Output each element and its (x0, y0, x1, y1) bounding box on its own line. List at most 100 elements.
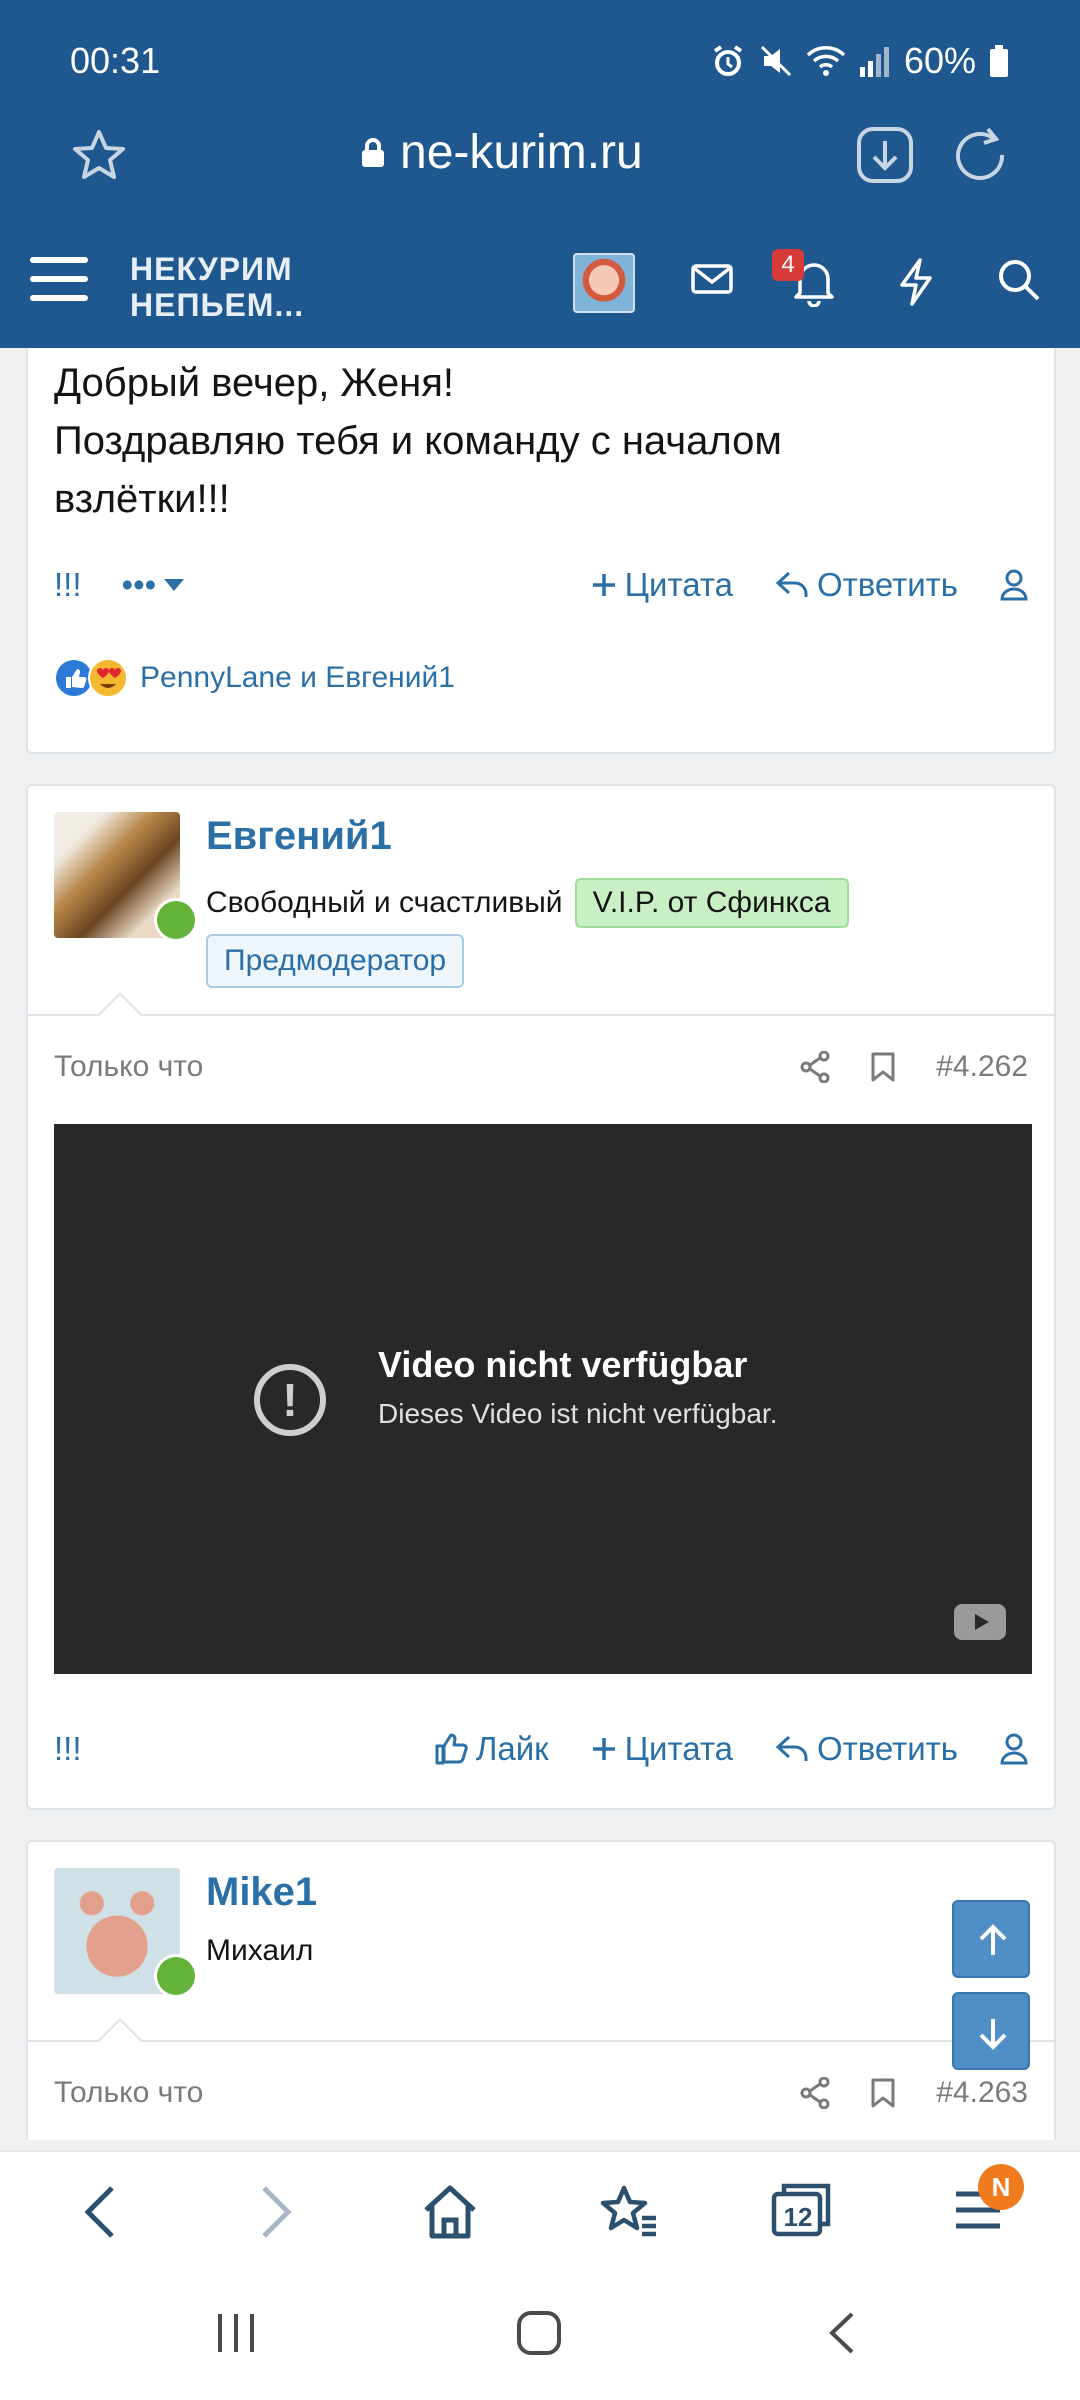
video-error-title: Video nicht verfügbar (378, 1344, 748, 1385)
mail-icon[interactable] (690, 257, 734, 301)
post-meta: Только что #4.263 (54, 2076, 1028, 2120)
vip-badge: V.I.P. от Сфинкса (574, 878, 849, 928)
tabs-button[interactable]: 12 (770, 2180, 832, 2238)
address-field[interactable]: ne-kurim.ru (360, 125, 643, 180)
video-error-subtitle: Dieses Video ist nicht verfügbar. (378, 1398, 778, 1429)
status-time: 00:31 (70, 40, 161, 81)
signal-icon (859, 47, 889, 77)
thumbs-up-icon (435, 1733, 468, 1765)
more-options-button[interactable]: ••• (122, 566, 185, 604)
like-button[interactable]: Лайк (434, 1730, 549, 1768)
battery-icon (990, 45, 1008, 77)
post-card: Mike1 Михаил Только что #4.263 (26, 1840, 1056, 2140)
menu-badge: N (978, 2164, 1024, 2210)
bookmarks-icon[interactable] (598, 2182, 660, 2242)
reactions-users[interactable]: PennyLane и Евгений1 (140, 661, 455, 695)
scroll-up-button[interactable] (952, 1900, 1030, 1978)
user-title: Свободный и счастливый V.I.P. от Сфинкса (206, 878, 849, 928)
share-icon[interactable] (800, 2077, 830, 2109)
bookmark-icon[interactable] (870, 1051, 896, 1083)
forward-icon[interactable] (254, 2182, 298, 2242)
quote-button[interactable]: Цитата (591, 566, 733, 604)
scroll-down-button[interactable] (952, 1992, 1030, 2070)
url-bar: ne-kurim.ru (0, 115, 1080, 195)
battery-percent: 60% (903, 40, 976, 81)
post-text-line: Поздравляю тебя и команду с началом (54, 419, 782, 463)
post-text-line: Добрый вечер, Женя! (54, 361, 454, 405)
lightning-icon[interactable] (896, 257, 936, 307)
post-card: Добрый вечер, Женя! Поздравляю тебя и ко… (26, 340, 1056, 754)
role-badge: Предмодератор (206, 934, 465, 988)
video-embed[interactable]: ! Video nicht verfügbar Dieses Video ist… (54, 1124, 1032, 1674)
status-bar: 00:31 60% (70, 40, 1010, 90)
user-icon[interactable] (1000, 569, 1028, 601)
home-button-icon[interactable] (516, 2310, 562, 2356)
post-meta: Только что #4.262 (54, 1050, 1028, 1094)
reply-label: Ответить (816, 1730, 958, 1767)
youtube-icon[interactable] (954, 1604, 1006, 1640)
user-title-text: Михаил (206, 1934, 314, 1967)
reactions-summary[interactable]: PennyLane и Евгений1 (54, 658, 455, 698)
plus-icon (592, 1738, 615, 1760)
reply-label: Ответить (816, 566, 958, 603)
home-icon[interactable] (420, 2182, 480, 2242)
hamburger-menu-icon[interactable] (30, 257, 88, 307)
arrow-down-icon (979, 2019, 1007, 2050)
lock-icon (362, 137, 384, 167)
logo-line2: НЕПЬЕМ... (130, 287, 305, 323)
reply-icon (775, 1735, 808, 1761)
post-body: Добрый вечер, Женя! Поздравляю тебя и ко… (54, 354, 782, 528)
bookmark-icon[interactable] (870, 2077, 896, 2109)
notification-badge: 4 (772, 249, 804, 281)
browser-toolbar: 12 N (0, 2150, 1080, 2280)
wifi-icon (806, 46, 846, 76)
quote-label: Цитата (624, 566, 733, 603)
site-navigation: НЕКУРИМ НЕПЬЕМ... 4 (0, 235, 1080, 345)
recent-apps-icon[interactable] (214, 2310, 258, 2356)
post-text-line: взлётки!!! (54, 477, 230, 521)
post-actions: !!! ••• Цитата Ответить (54, 566, 1028, 616)
post-time[interactable]: Только что (54, 1050, 203, 1084)
post-actions: !!! Лайк Цитата Ответить (54, 1730, 1028, 1780)
header-pointer (96, 992, 144, 1017)
online-status-icon (154, 1954, 198, 1998)
post-number[interactable]: #4.262 (936, 1050, 1028, 1084)
back-icon[interactable] (78, 2182, 122, 2242)
url-text: ne-kurim.ru (400, 126, 643, 179)
bookmark-star-icon[interactable] (70, 127, 128, 185)
browser-header: 00:31 60% ne-kurim.ru НЕКУРИМ НЕПЬЕМ... … (0, 0, 1080, 348)
post-number[interactable]: #4.263 (936, 2076, 1028, 2110)
error-icon: ! (254, 1364, 326, 1436)
reply-icon (775, 571, 808, 597)
download-icon[interactable] (855, 125, 915, 185)
user-avatar[interactable] (573, 253, 635, 313)
system-back-icon[interactable] (822, 2310, 862, 2356)
post-user-header: Евгений1 Свободный и счастливый V.I.P. о… (28, 786, 1054, 1017)
online-status-icon (154, 898, 198, 942)
username[interactable]: Mike1 (206, 1870, 317, 1915)
site-logo[interactable]: НЕКУРИМ НЕПЬЕМ... (130, 251, 304, 323)
share-icon[interactable] (800, 1051, 830, 1083)
mute-icon (760, 45, 791, 77)
reply-button[interactable]: Ответить (775, 566, 958, 604)
caret-down-icon (164, 579, 185, 591)
like-label: Лайк (475, 1730, 549, 1767)
arrow-up-icon (979, 1924, 1007, 1955)
username[interactable]: Евгений1 (206, 814, 392, 859)
quote-label: Цитата (624, 1730, 733, 1767)
user-icon[interactable] (1000, 1733, 1028, 1765)
plus-icon (592, 574, 615, 596)
alarm-icon (713, 45, 743, 76)
more-dots: ••• (121, 566, 157, 603)
tabs-count: 12 (783, 2202, 813, 2232)
logo-line1: НЕКУРИМ (130, 251, 293, 287)
quote-button[interactable]: Цитата (591, 1730, 733, 1768)
search-icon[interactable] (996, 257, 1042, 303)
header-pointer (96, 2018, 144, 2043)
report-button[interactable]: !!! (54, 566, 82, 604)
reply-button[interactable]: Ответить (775, 1730, 958, 1768)
system-navigation-bar (0, 2280, 1080, 2400)
reload-icon[interactable] (950, 125, 1010, 185)
report-button[interactable]: !!! (54, 1730, 82, 1768)
post-time[interactable]: Только что (54, 2076, 203, 2110)
